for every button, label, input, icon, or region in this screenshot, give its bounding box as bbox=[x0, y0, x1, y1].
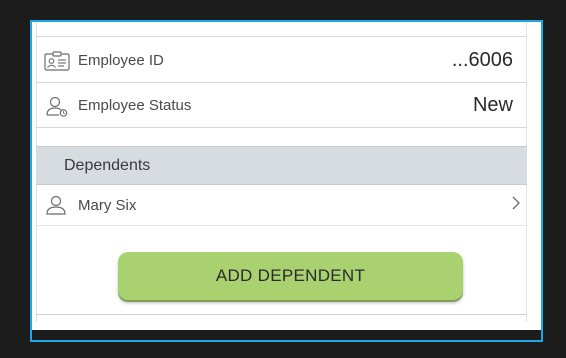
app-screen: Employee ID ...6006 Employee Status New … bbox=[30, 20, 543, 342]
divider bbox=[36, 36, 527, 37]
bottom-bar bbox=[32, 330, 541, 340]
add-dependent-button[interactable]: ADD DEPENDENT bbox=[118, 252, 463, 300]
chevron-right-icon bbox=[511, 195, 521, 216]
person-status-icon bbox=[44, 95, 70, 117]
employee-id-row: Employee ID ...6006 bbox=[36, 39, 527, 83]
employee-status-label: Employee Status bbox=[78, 97, 192, 114]
employee-status-row: Employee Status New bbox=[36, 84, 527, 128]
dependent-list-item[interactable]: Mary Six bbox=[36, 185, 527, 226]
person-icon bbox=[44, 194, 70, 216]
dependent-name: Mary Six bbox=[78, 196, 137, 214]
employee-id-value: ...6006 bbox=[451, 49, 513, 71]
divider bbox=[36, 314, 527, 315]
employee-status-value: New bbox=[472, 94, 513, 116]
id-card-icon bbox=[44, 50, 70, 72]
employee-id-label: Employee ID bbox=[78, 52, 164, 69]
dependents-title: Dependents bbox=[64, 156, 151, 174]
dependents-section-header: Dependents bbox=[36, 146, 527, 185]
